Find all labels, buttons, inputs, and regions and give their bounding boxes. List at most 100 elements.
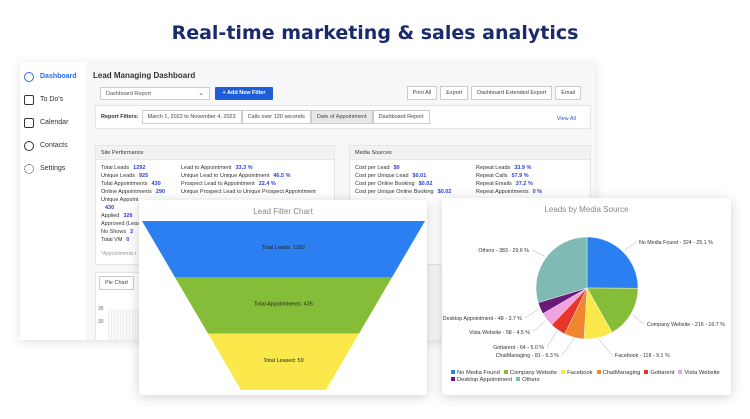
- legend-item[interactable]: Others: [516, 377, 540, 383]
- pie-legend: No Media Found Company Website Facebook Cha…: [451, 370, 731, 384]
- stat-row: Cost per Lead $0: [355, 164, 400, 172]
- legend-item[interactable]: ChatManaging: [596, 370, 640, 376]
- filter-chip-date-appointment[interactable]: Date of Appointment: [310, 110, 373, 124]
- stat-row: Unique Appoint: [101, 196, 142, 204]
- filter-chip-date-range[interactable]: March 1, 2022 to November 4, 2022: [141, 110, 242, 124]
- stat-row: Total VM 0: [101, 236, 129, 244]
- stat-label: Total Leads: [101, 165, 130, 171]
- view-all-link[interactable]: View All: [557, 116, 576, 122]
- sidebar-item-label: Dashboard: [40, 73, 77, 80]
- stat-value: 326: [123, 213, 133, 219]
- funnel-chart: Total Leads: 1292 Total Appointments: 426…: [142, 221, 425, 390]
- stat-row: Prospect Lead to Appointment 22.4 %: [181, 180, 276, 188]
- sidebar: Dashboard To Do's Calendar Contacts Sett…: [20, 62, 86, 340]
- stat-label: Unique Lead to Unique Appointment: [181, 173, 270, 179]
- stat-label: Applied: [101, 213, 120, 219]
- stat-label: Unique Appoint: [101, 197, 139, 203]
- sidebar-item-calendar[interactable]: Calendar: [20, 111, 86, 134]
- y-tick: 30: [98, 319, 104, 325]
- pie-label: ChatManaging - 81 - 6.3 %: [496, 353, 560, 359]
- legend-item[interactable]: Gottarent: [644, 370, 674, 376]
- y-tick: 35: [98, 306, 104, 312]
- pie-label: Company Website - 216 - 16.7 %: [647, 322, 725, 328]
- funnel-label: Total Leads: 1292: [262, 245, 305, 251]
- pie-leader-line: [598, 339, 613, 356]
- legend-item[interactable]: Company Website: [503, 370, 558, 376]
- sidebar-item-todos[interactable]: To Do's: [20, 88, 86, 111]
- stat-value: $0.02: [437, 189, 452, 195]
- stat-label: Online Appointments: [101, 189, 152, 195]
- report-select[interactable]: Dashboard Report ⌄: [100, 87, 210, 100]
- stat-value: 290: [155, 189, 165, 195]
- funnel-label: Total Leased: 59: [263, 358, 303, 364]
- stat-row: Lead to Appointment 33.3 %: [181, 164, 253, 172]
- stat-value: 37.2 %: [515, 181, 533, 187]
- sidebar-item-contacts[interactable]: Contacts: [20, 134, 86, 157]
- legend-swatch: [596, 370, 601, 374]
- stat-row: Cost per Unique Lead $0.01: [355, 172, 426, 180]
- stat-value: 430: [151, 181, 161, 187]
- legend-swatch: [644, 370, 649, 374]
- pie-slice: [586, 236, 639, 289]
- legend-label: Facebook: [567, 370, 593, 376]
- stat-label: No Shows: [101, 229, 127, 235]
- sidebar-item-label: Settings: [40, 165, 66, 172]
- stat-row: Repeat Leads 33.9 %: [476, 164, 531, 172]
- pie-label: Others - 383 - 29.6 %: [478, 248, 529, 254]
- media-sources-stats: Cost per Lead $0 Cost per Unique Lead $0.01…: [350, 160, 590, 195]
- report-filters-label: Report Filters:: [101, 114, 139, 120]
- stat-value: 430: [105, 205, 115, 211]
- legend-swatch: [561, 370, 566, 374]
- pie-label: Facebook - 118 - 9.1 %: [615, 353, 670, 359]
- legend-swatch: [451, 370, 455, 374]
- stat-label: Repeat Appointments: [476, 189, 529, 195]
- pie-leader-line: [546, 331, 557, 348]
- pie-chart-button[interactable]: Pie Chart: [99, 276, 134, 290]
- sidebar-item-settings[interactable]: Settings: [20, 157, 86, 180]
- sidebar-item-label: To Do's: [40, 96, 64, 103]
- legend-label: Company Website: [509, 370, 558, 376]
- contacts-icon: [24, 140, 34, 151]
- filter-chip-dashboard-report[interactable]: Dashboard Report: [372, 110, 430, 124]
- stat-row: Applied 326: [101, 212, 133, 220]
- stat-value: 0: [126, 237, 130, 243]
- stat-row: Repeat Appointments 0 %: [476, 188, 542, 196]
- stat-label: Prospect Lead to Appointment: [181, 181, 255, 187]
- chevron-down-icon: ⌄: [198, 90, 204, 97]
- legend-swatch: [678, 370, 683, 374]
- toolbar: Print All Export Dashboard Extended Expo…: [406, 86, 581, 100]
- stat-value: 22.4 %: [258, 181, 276, 187]
- add-new-filter-button[interactable]: + Add New Filter: [215, 87, 273, 100]
- print-all-button[interactable]: Print All: [406, 86, 438, 100]
- legend-item[interactable]: Facebook: [561, 370, 593, 376]
- calendar-icon: [24, 117, 34, 128]
- legend-item[interactable]: Desktop Appointment: [451, 377, 512, 383]
- email-button[interactable]: Email: [555, 86, 581, 100]
- footnote: *Appointments t: [101, 251, 137, 257]
- stat-row: Total Appointments 430: [101, 180, 161, 188]
- stat-label: Cost per Online Booking: [355, 181, 415, 187]
- stat-label: Lead to Appointment: [181, 165, 232, 171]
- pie-icon: [24, 71, 34, 82]
- stat-row: Cost per Online Booking $0.02: [355, 180, 432, 188]
- stat-value: 46.5 %: [273, 173, 291, 179]
- stat-label: Unique Leads: [101, 173, 135, 179]
- stat-value: 925: [138, 173, 149, 179]
- stat-value: 33.9 %: [514, 165, 532, 171]
- stat-row: Unique Prospect Lead to Unique Prospect …: [181, 188, 320, 196]
- legend-item[interactable]: No Media Found: [451, 370, 500, 376]
- site-performance-stats: Total Leads 1292 Unique Leads 925 Total Appo…: [96, 160, 334, 257]
- pie-label: No Media Found - 324 - 25.1 %: [639, 240, 713, 246]
- stat-label: Cost per Lead: [355, 165, 390, 171]
- export-button[interactable]: Export: [440, 86, 469, 100]
- stat-label: Repeat Emails: [476, 181, 512, 187]
- filter-chip-calls[interactable]: Calls over 120 seconds: [241, 110, 311, 124]
- legend-swatch: [451, 377, 455, 381]
- pie-label: Gottarent - 64 - 5.0 %: [493, 345, 544, 351]
- legend-item[interactable]: Vista Website: [678, 370, 720, 376]
- legend-label: Others: [522, 377, 540, 383]
- stat-row: No Shows 2: [101, 228, 133, 236]
- legend-label: Gottarent: [650, 370, 675, 376]
- sidebar-item-dashboard[interactable]: Dashboard: [20, 65, 86, 88]
- extended-export-button[interactable]: Dashboard Extended Export: [471, 86, 553, 100]
